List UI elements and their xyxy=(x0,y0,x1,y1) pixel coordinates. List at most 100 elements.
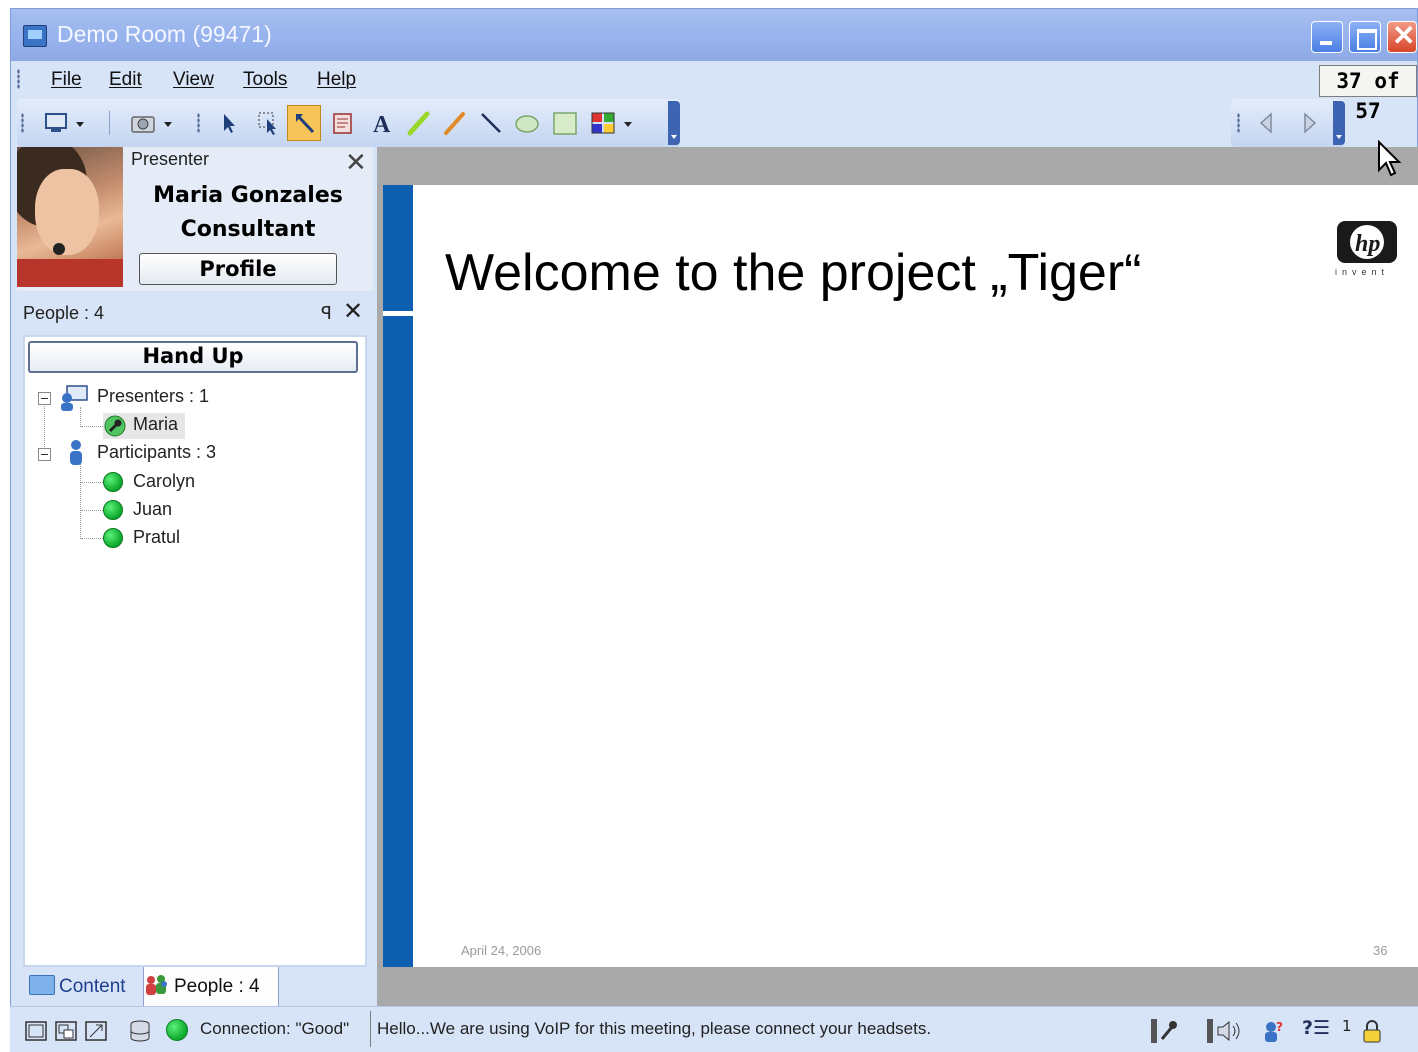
color-dropdown-icon[interactable] xyxy=(621,109,635,137)
hand-up-button[interactable]: Hand Up xyxy=(28,341,358,373)
menu-tools[interactable]: Tools xyxy=(243,69,287,91)
participant-name: Juan xyxy=(133,499,173,519)
laser-pointer-icon xyxy=(295,113,315,134)
questions-indicator[interactable]: ?☰ xyxy=(1302,1017,1330,1039)
menu-file[interactable]: File xyxy=(51,69,82,91)
toolbar-separator xyxy=(109,111,110,135)
presenter-panel: Presenter ✕ Maria Gonzales Consultant Pr… xyxy=(17,147,373,291)
online-status-icon xyxy=(103,472,123,492)
pen-icon[interactable] xyxy=(441,109,469,137)
participants-group-icon xyxy=(70,440,82,465)
content-area: Welcome to the project „Tiger“ hp invent… xyxy=(377,147,1418,1007)
connection-status-icon xyxy=(166,1019,188,1041)
menu-grip[interactable] xyxy=(17,69,20,89)
single-view-icon[interactable] xyxy=(24,1019,48,1043)
slide-view[interactable]: Welcome to the project „Tiger“ hp invent… xyxy=(383,185,1418,967)
navigation-toolbar xyxy=(1231,99,1345,147)
screen-share-dropdown-icon[interactable] xyxy=(73,109,87,137)
toolbar-grip-2[interactable] xyxy=(197,113,200,133)
rectangle-icon[interactable] xyxy=(551,109,579,137)
slide-accent-gap xyxy=(383,311,413,316)
list-item[interactable]: Maria xyxy=(103,413,185,439)
clear-annotations-icon[interactable] xyxy=(329,109,357,137)
menu-view[interactable]: View xyxy=(173,69,214,91)
tab-people-label: People : 4 xyxy=(174,976,260,997)
collapse-participants-toggle[interactable] xyxy=(38,448,51,461)
presenters-group-label[interactable]: Presenters : 1 xyxy=(97,386,209,412)
participants-group-label[interactable]: Participants : 3 xyxy=(97,442,216,468)
previous-slide-icon[interactable] xyxy=(1253,109,1281,137)
toolbar-grip[interactable] xyxy=(21,113,24,133)
tab-content-label: Content xyxy=(59,976,126,997)
collapse-presenters-toggle[interactable] xyxy=(38,392,51,405)
menu-edit[interactable]: Edit xyxy=(109,69,142,91)
laser-pointer-button-active[interactable] xyxy=(287,105,321,141)
app-icon xyxy=(23,25,47,47)
tree-line xyxy=(80,461,81,539)
questions-count: 1 xyxy=(1342,1017,1352,1035)
text-tool-icon[interactable]: A xyxy=(369,109,397,137)
list-item[interactable]: Pratul xyxy=(103,526,223,552)
pin-icon[interactable]: ꟼ xyxy=(321,303,332,324)
close-icon[interactable]: ✕ xyxy=(343,297,363,325)
title-bar[interactable]: Demo Room (99471) ✕ xyxy=(11,9,1417,61)
microphone-icon[interactable] xyxy=(1150,1019,1180,1043)
page-counter: 37 of 57 xyxy=(1319,65,1417,123)
tree-line xyxy=(81,538,103,539)
ellipse-icon[interactable] xyxy=(513,109,541,137)
close-button[interactable]: ✕ xyxy=(1387,21,1417,53)
camera-icon[interactable] xyxy=(129,109,157,137)
online-status-icon xyxy=(103,500,123,520)
slide-title: Welcome to the project „Tiger“ xyxy=(445,244,1142,302)
slide-page-number: 36 xyxy=(1373,943,1388,958)
menu-bar: File Edit View Tools Help 37 of 57 xyxy=(11,61,1417,123)
list-item[interactable]: Carolyn xyxy=(103,470,223,496)
tab-content[interactable]: Content xyxy=(29,967,141,1007)
status-message: Hello...We are using VoIP for this meeti… xyxy=(370,1011,1140,1047)
fullscreen-icon[interactable] xyxy=(84,1019,108,1043)
minimize-button[interactable] xyxy=(1311,21,1343,53)
maximize-button[interactable] xyxy=(1349,21,1381,53)
participant-name: Pratul xyxy=(133,527,181,547)
close-icon[interactable]: ✕ xyxy=(345,147,367,178)
people-list-pane: Hand Up Presenters : 1 Maria Participant… xyxy=(23,335,367,967)
profile-button[interactable]: Profile xyxy=(139,253,337,285)
line-icon[interactable] xyxy=(477,109,505,137)
people-icon xyxy=(146,975,167,995)
color-picker-icon[interactable] xyxy=(589,109,617,137)
presenter-label: Presenter xyxy=(131,149,210,169)
hp-logo-tagline: invent xyxy=(1335,267,1390,277)
multi-view-icon[interactable] xyxy=(54,1019,78,1043)
slide-date: April 24, 2006 xyxy=(461,943,542,958)
svg-text:A: A xyxy=(373,112,391,137)
hp-logo: hp invent xyxy=(1333,217,1401,285)
toolbar-overflow-button[interactable] xyxy=(668,101,680,145)
status-bar: Connection: "Good" Hello...We are using … xyxy=(10,1006,1418,1052)
svg-text:?: ? xyxy=(1276,1020,1283,1034)
people-header-label: People : 4 xyxy=(23,303,105,323)
people-pane-header: People : 4 ꟼ ✕ xyxy=(17,297,373,333)
presenter-avatar xyxy=(17,147,123,287)
screen-share-icon[interactable] xyxy=(43,109,71,137)
presenter-title: Consultant xyxy=(180,217,316,242)
list-item[interactable]: Juan xyxy=(103,498,223,524)
highlighter-icon[interactable] xyxy=(405,109,433,137)
help-users-icon[interactable]: ? xyxy=(1262,1019,1286,1043)
meeting-window: Demo Room (99471) ✕ File Edit View Tools… xyxy=(10,8,1418,1052)
menu-help[interactable]: Help xyxy=(317,69,356,91)
tab-people[interactable]: People : 4 xyxy=(143,967,279,1007)
svg-text:hp: hp xyxy=(1355,231,1380,257)
select-icon[interactable] xyxy=(255,109,283,137)
database-icon[interactable] xyxy=(128,1019,152,1043)
nav-toolbar-grip[interactable] xyxy=(1237,113,1240,133)
pointer-icon[interactable] xyxy=(215,109,243,137)
tree-line xyxy=(81,482,103,483)
speaker-icon[interactable] xyxy=(1206,1019,1246,1043)
close-icon: ✕ xyxy=(1392,20,1416,51)
nav-toolbar-overflow-button[interactable] xyxy=(1333,101,1345,145)
next-slide-icon[interactable] xyxy=(1295,109,1323,137)
camera-dropdown-icon[interactable] xyxy=(161,109,175,137)
tree-line xyxy=(81,510,103,511)
lock-icon[interactable] xyxy=(1360,1019,1384,1043)
tree-line xyxy=(81,426,103,427)
